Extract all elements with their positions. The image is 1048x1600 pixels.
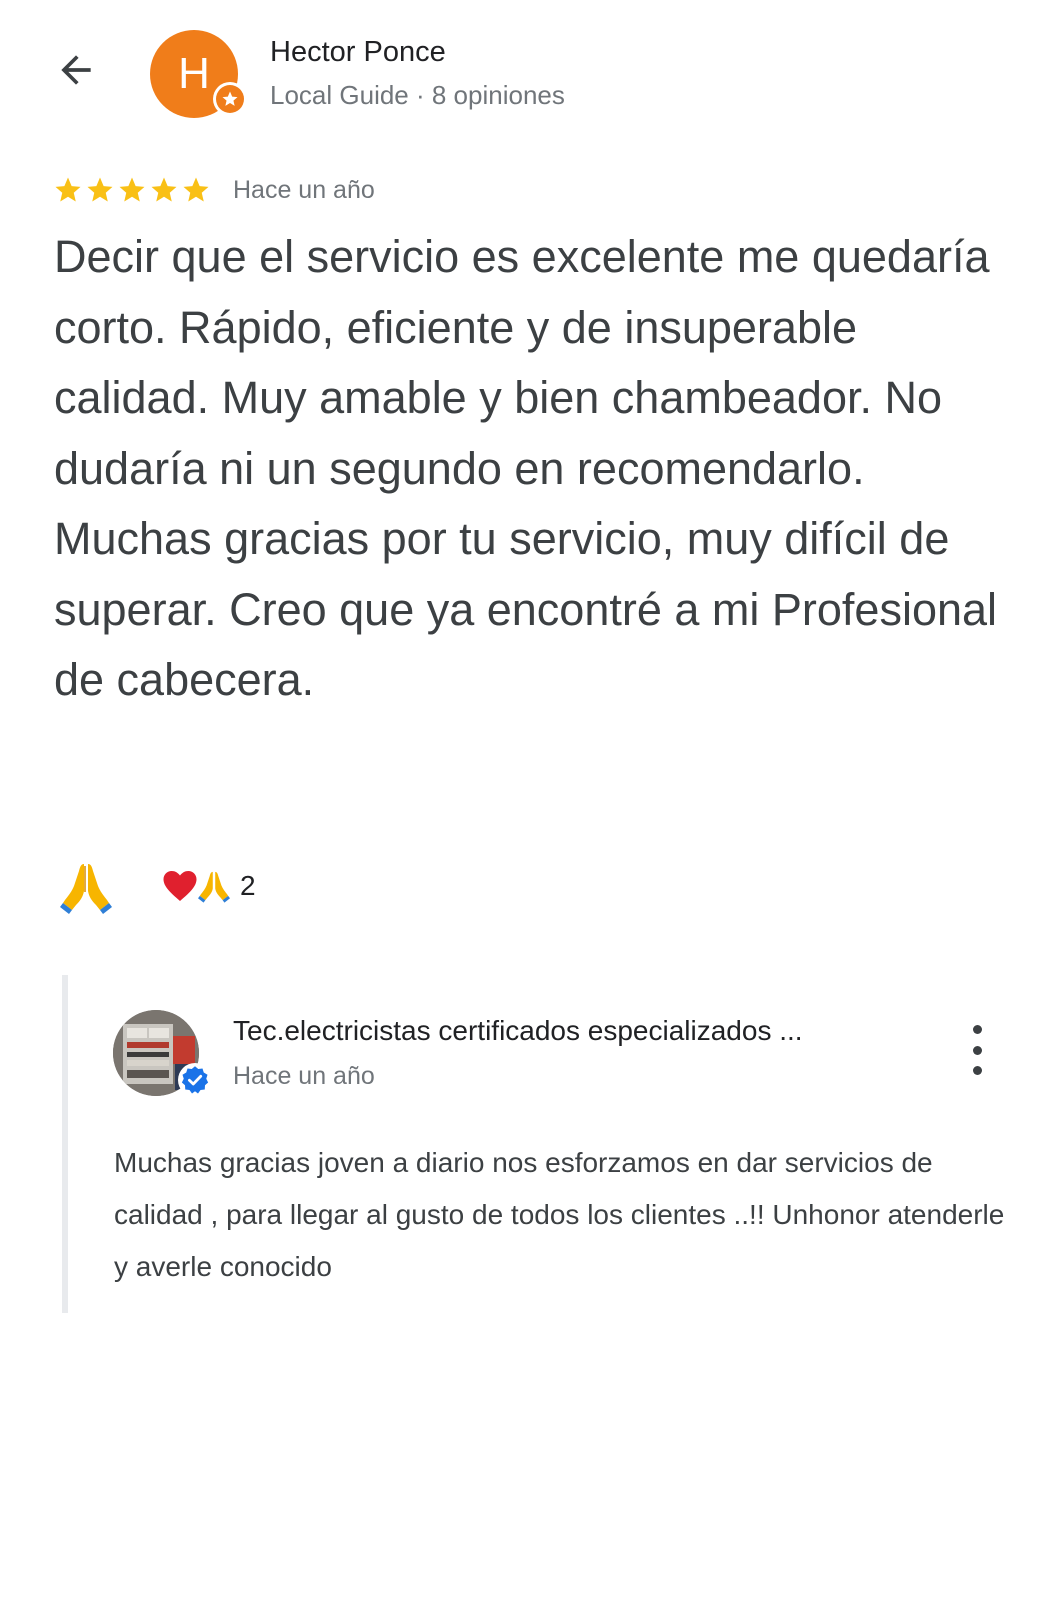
star-rating — [53, 175, 211, 205]
owner-reply-date: Hace un año — [233, 1062, 375, 1090]
star-icon — [222, 91, 238, 106]
folded-hands-icon — [60, 864, 112, 914]
reviewer-name[interactable]: Hector Ponce — [270, 36, 446, 69]
rating-row: Hace un año — [53, 172, 375, 208]
review-text: Decir que el servicio es excelente me qu… — [54, 231, 998, 705]
reviewer-initial: H — [178, 49, 210, 98]
verified-badge — [178, 1063, 212, 1097]
reply-divider — [62, 975, 68, 1313]
more-vert-icon — [972, 1025, 982, 1034]
reaction-count: 2 — [240, 870, 256, 901]
react-button[interactable] — [60, 860, 112, 914]
star-icon — [55, 177, 81, 202]
star-icon — [87, 177, 113, 202]
more-vert-icon-dot — [972, 1066, 982, 1075]
more-options-button[interactable] — [962, 1025, 992, 1075]
review-header: H Hector Ponce Local Guide · 8 opiniones — [0, 0, 1048, 150]
more-vert-icon-dot — [972, 1045, 982, 1055]
reviewer-meta: Local Guide · 8 opiniones — [270, 80, 565, 110]
star-icon — [151, 177, 177, 202]
verified-icon — [181, 1066, 209, 1094]
reactions-summary[interactable]: 2 — [162, 866, 256, 906]
star-icon — [183, 177, 209, 202]
owner-name[interactable]: Tec.electricistas certificados especiali… — [233, 1015, 803, 1047]
heart-icon — [163, 871, 197, 901]
owner-reply-text: Muchas gracias joven a diario nos esforz… — [114, 1147, 1005, 1282]
arrow-back-icon — [61, 55, 91, 85]
folded-hands-icon — [198, 871, 230, 903]
back-button[interactable] — [48, 42, 104, 98]
review-date: Hace un año — [233, 175, 375, 204]
star-icon — [119, 177, 145, 202]
local-guide-badge — [213, 82, 247, 116]
